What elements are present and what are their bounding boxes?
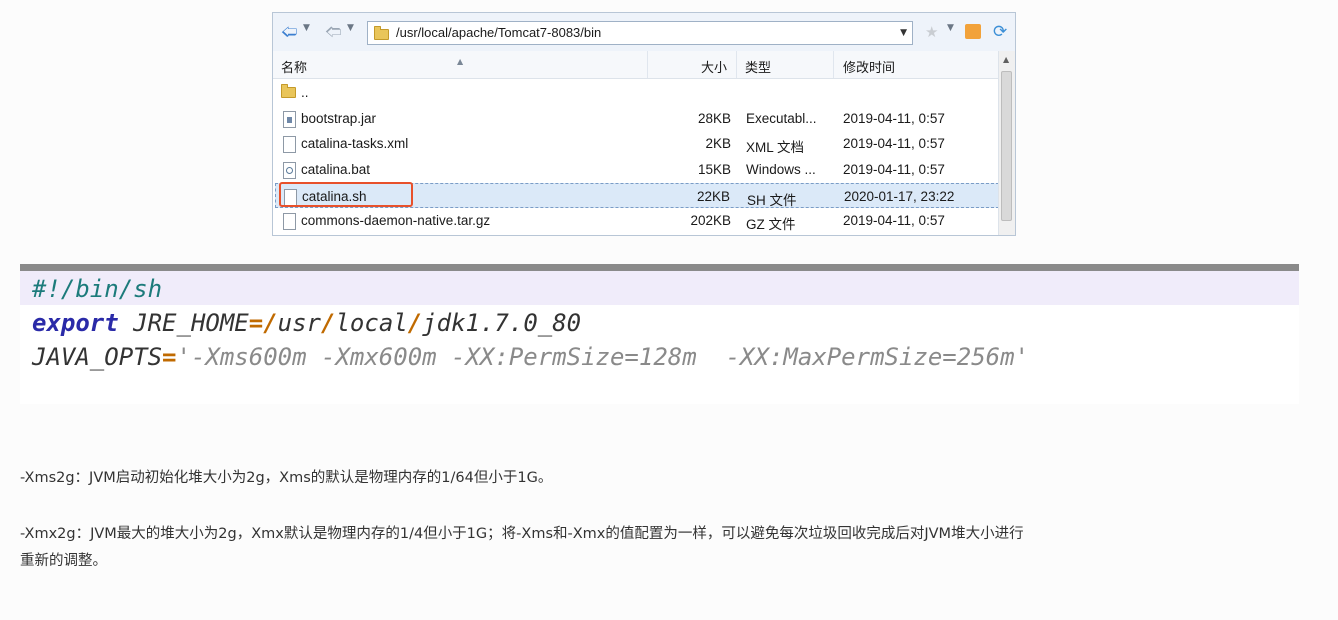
file-name: catalina-tasks.xml [301, 136, 409, 151]
code-operator: = [248, 309, 264, 337]
code-path-segment: usr [277, 309, 322, 337]
favorites-dropdown-icon[interactable]: ▼ [947, 23, 954, 33]
column-header: 名称 ▲ 大小 类型 修改时间 [273, 51, 999, 79]
xml-file-icon [283, 136, 296, 153]
folder-icon [281, 84, 296, 98]
column-size[interactable]: 大小 [701, 57, 727, 76]
bat-file-icon [283, 162, 296, 179]
list-item-file[interactable]: commons-daemon-native.tar.gz 202KB GZ 文件… [275, 208, 999, 233]
vertical-scrollbar[interactable]: ▲ [998, 51, 1015, 235]
file-size: 22KB [696, 189, 730, 204]
note-xmx-line1: -Xmx2g：JVM最大的堆大小为2g，Xmx默认是物理内存的1/4但小于1G；… [20, 526, 1024, 542]
code-variable: JAVA_OPTS [32, 343, 163, 371]
forward-arrow-icon[interactable]: 🢢 [325, 22, 341, 42]
file-modified: 2019-04-11, 0:57 [843, 136, 945, 151]
file-type: Executabl... [746, 111, 817, 126]
code-keyword: export [32, 309, 119, 337]
column-type[interactable]: 类型 [745, 57, 771, 76]
file-size: 2KB [705, 136, 731, 151]
file-name: catalina.bat [301, 162, 371, 177]
file-modified: 2019-04-11, 0:57 [843, 162, 945, 177]
code-line-highlight [20, 271, 1299, 305]
column-name[interactable]: 名称 [281, 57, 307, 76]
file-type: GZ 文件 [746, 217, 796, 232]
code-top-border [20, 264, 1299, 271]
column-divider[interactable] [736, 51, 737, 78]
file-modified: 2020-01-17, 23:22 [844, 189, 955, 204]
forward-history-dropdown-icon[interactable]: ▼ [347, 23, 354, 33]
code-operator: / [263, 309, 278, 337]
file-type: XML 文档 [746, 140, 805, 155]
back-history-dropdown-icon[interactable]: ▼ [303, 23, 310, 33]
archive-file-icon [283, 213, 296, 230]
sort-ascending-icon: ▲ [457, 57, 464, 66]
address-dropdown-icon[interactable]: ▼ [900, 28, 907, 38]
file-type: SH 文件 [747, 193, 797, 208]
code-line-java-opts: JAVA_OPTS='-Xms600m -Xmx600m -XX:PermSiz… [32, 343, 1029, 371]
list-item-file[interactable]: bootstrap.jar 28KB Executabl... 2019-04-… [275, 106, 999, 131]
code-snippet: #!/bin/sh export JRE_HOME=/usr/local/jdk… [20, 264, 1299, 404]
list-item-file-selected[interactable]: catalina.sh 22KB SH 文件 2020-01-17, 23:22 [275, 182, 999, 208]
highlight-box [279, 182, 413, 207]
column-divider[interactable] [647, 51, 648, 78]
file-size: 15KB [697, 162, 731, 177]
code-line-shebang: #!/bin/sh [32, 275, 163, 303]
file-size: 202KB [690, 213, 731, 228]
file-name: bootstrap.jar [301, 111, 377, 126]
code-string: '-Xms600m -Xmx600m -XX:PermSize=128m -XX… [176, 343, 1030, 371]
home-icon[interactable] [965, 24, 981, 39]
code-operator: / [321, 309, 336, 337]
code-path-segment: jdk1.7.0_80 [422, 309, 582, 337]
column-modified[interactable]: 修改时间 [843, 57, 895, 76]
code-variable: JRE_HOME [118, 309, 249, 337]
file-name: .. [301, 85, 309, 100]
favorite-star-icon[interactable]: ★ [925, 23, 938, 41]
folder-icon [374, 26, 389, 40]
refresh-icon[interactable]: ⟳ [993, 23, 1007, 41]
column-divider[interactable] [833, 51, 834, 78]
file-name: commons-daemon-native.tar.gz [301, 213, 491, 228]
list-item-parent-folder[interactable]: .. [275, 80, 999, 105]
file-modified: 2019-04-11, 0:57 [843, 111, 945, 126]
file-size: 28KB [697, 111, 731, 126]
back-arrow-icon[interactable]: 🢠 [281, 22, 297, 42]
address-bar[interactable]: /usr/local/apache/Tomcat7-8083/bin ▼ [367, 21, 913, 45]
file-type: Windows ... [746, 162, 816, 177]
file-modified: 2019-04-11, 0:57 [843, 213, 945, 228]
note-xms: -Xms2g：JVM启动初始化堆大小为2g，Xms的默认是物理内存的1/64但小… [20, 470, 553, 486]
file-explorer-window: 🢠 ▼ 🢢 ▼ /usr/local/apache/Tomcat7-8083/b… [272, 12, 1016, 236]
list-item-file[interactable]: catalina.bat 15KB Windows ... 2019-04-11… [275, 157, 999, 182]
address-path[interactable]: /usr/local/apache/Tomcat7-8083/bin [396, 25, 601, 40]
code-path-segment: local [335, 309, 408, 337]
code-operator: = [162, 343, 177, 371]
code-line-export: export JRE_HOME=/usr/local/jdk1.7.0_80 [32, 309, 581, 337]
jar-file-icon [283, 111, 296, 128]
note-xmx-line2: 重新的调整。 [20, 553, 107, 569]
code-operator: / [407, 309, 423, 337]
address-toolbar: 🢠 ▼ 🢢 ▼ /usr/local/apache/Tomcat7-8083/b… [273, 13, 1015, 52]
scrollbar-thumb[interactable] [1001, 71, 1012, 221]
list-item-file[interactable]: catalina-tasks.xml 2KB XML 文档 2019-04-11… [275, 131, 999, 156]
scroll-up-icon[interactable]: ▲ [1003, 55, 1009, 64]
